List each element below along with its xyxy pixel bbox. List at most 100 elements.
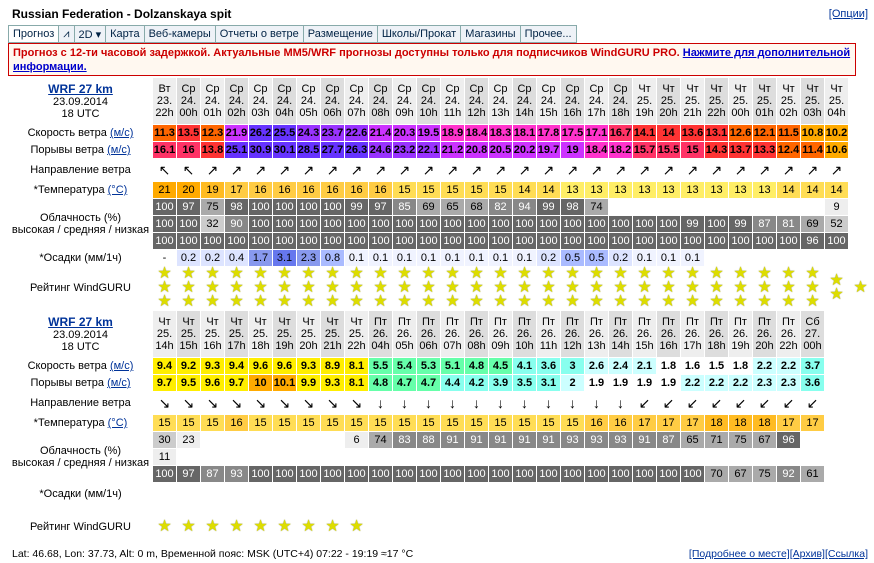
cloud-low-cell: 93 bbox=[225, 466, 249, 482]
tab-1[interactable]: ⩘ bbox=[58, 25, 75, 43]
cloud-high-cell: 91 bbox=[465, 432, 489, 448]
star-icon: ★ bbox=[781, 293, 796, 310]
rain-cell: 2.3 bbox=[297, 250, 321, 266]
gust-cell: 21.2 bbox=[441, 142, 465, 158]
direction-arrow-icon: ↘ bbox=[249, 392, 273, 414]
star-icon: ★ bbox=[661, 293, 676, 310]
star-icon: ★ bbox=[589, 293, 604, 310]
footer-link[interactable]: [Подробнее о месте] bbox=[689, 548, 790, 560]
wind-row: Скорость ветра (м/с) 11.3 13.5 12.3 21.9 26.2… bbox=[8, 125, 874, 141]
star-icon: ★ bbox=[229, 518, 244, 535]
gust-cell: 13.8 bbox=[201, 142, 225, 158]
rating-stars: ★ bbox=[201, 507, 225, 547]
tab-9[interactable]: Прочее... bbox=[519, 25, 577, 43]
time-cell: Чт 25. 00h bbox=[729, 78, 753, 124]
dir-row-label: Направление ветра bbox=[30, 164, 131, 176]
tab-7[interactable]: Школы/Прокат bbox=[376, 25, 462, 43]
cloud-mid-cell: 100 bbox=[273, 216, 297, 232]
cloud-mid-cell: 100 bbox=[513, 216, 537, 232]
rain-cell: 0.1 bbox=[369, 250, 393, 266]
wind-cell: 12.1 bbox=[753, 125, 777, 141]
gust-cell: 1.9 bbox=[657, 375, 681, 391]
model-link[interactable]: WRF 27 km bbox=[48, 82, 113, 96]
direction-arrow-icon: ↗ bbox=[489, 159, 513, 181]
direction-arrow-icon: ↘ bbox=[345, 392, 369, 414]
gust-cell: 4.7 bbox=[393, 375, 417, 391]
cloud-low-cell: 100 bbox=[153, 233, 177, 249]
temp-row: *Температура (°C) 21 20 19 17 16 16 16 16 16 16 15 1… bbox=[8, 182, 874, 198]
model-link[interactable]: WRF 27 km bbox=[48, 315, 113, 329]
cloud-high-cell bbox=[657, 199, 681, 215]
gust-cell: 13.7 bbox=[729, 142, 753, 158]
rain-cell: 0.1 bbox=[441, 250, 465, 266]
time-cell: Чт 25. 22h bbox=[705, 78, 729, 124]
page-title: Russian Federation - Dolzanskaya spit bbox=[12, 7, 232, 21]
cloud-low-cell: 100 bbox=[201, 233, 225, 249]
wind-cell: 22.6 bbox=[345, 125, 369, 141]
footer: Lat: 46.68, Lon: 37.73, Alt: 0 m, Времен… bbox=[8, 546, 874, 562]
rating-stars: ★ ★ ★ bbox=[705, 266, 729, 310]
time-cell: Пт 26. 06h bbox=[417, 311, 441, 357]
gust-cell: 16.1 bbox=[153, 142, 177, 158]
cloud-high-cell bbox=[801, 432, 825, 448]
temp-cell: 18 bbox=[729, 415, 753, 431]
star-icon: ★ bbox=[349, 293, 364, 310]
cloud-high-cell: 67 bbox=[753, 432, 777, 448]
time-row: WRF 27 km 23.09.2014 18 UTC Чт 25. 14h Чт 25. 15… bbox=[8, 311, 874, 357]
temp-cell: 20 bbox=[177, 182, 201, 198]
direction-arrow-icon: ↗ bbox=[345, 159, 369, 181]
cloud-low-cell: 100 bbox=[681, 233, 705, 249]
cloud-low-cell: 100 bbox=[153, 466, 177, 482]
time-cell: Ср 24. 10h bbox=[417, 78, 441, 124]
direction-arrow-icon: ↗ bbox=[417, 159, 441, 181]
tab-5[interactable]: Отчеты о ветре bbox=[214, 25, 304, 43]
rain-cell: 1.7 bbox=[249, 250, 273, 266]
cloud-mid-cell: 100 bbox=[321, 216, 345, 232]
tab-6[interactable]: Размещение bbox=[302, 25, 378, 43]
gust-cell: 9.5 bbox=[177, 375, 201, 391]
wind-cell: 24.3 bbox=[297, 125, 321, 141]
time-cell: Ср 24. 08h bbox=[369, 78, 393, 124]
time-cell: Чт 25. 03h bbox=[801, 78, 825, 124]
cloud-low-cell: 100 bbox=[369, 233, 393, 249]
direction-arrow-icon: ↓ bbox=[537, 392, 561, 414]
rating-stars: ★ ★ ★ bbox=[585, 266, 609, 310]
footer-link[interactable]: [Архив] bbox=[790, 548, 825, 560]
wind-cell: 21.4 bbox=[369, 125, 393, 141]
tab-2[interactable]: 2D ▾ bbox=[73, 25, 107, 43]
direction-arrow-icon: ↖ bbox=[177, 159, 201, 181]
time-cell: Пт 26. 18h bbox=[705, 311, 729, 357]
cloud-mid-cell bbox=[609, 449, 633, 465]
direction-arrow-icon: ↙ bbox=[801, 392, 825, 414]
rating-row: Рейтинг WindGURU ★ ★ ★ ★ ★ ★ ★ ★ ★ ★ ★ ★ ★ ★ ★ ★ ★ ★ ★ ★ ★ ★ ★ ★… bbox=[8, 266, 874, 310]
temp-cell: 14 bbox=[537, 182, 561, 198]
time-cell: Чт 25. 17h bbox=[225, 311, 249, 357]
gust-cell: 18.4 bbox=[585, 142, 609, 158]
cloud-low-row-label bbox=[8, 233, 153, 249]
tab-8[interactable]: Магазины bbox=[460, 25, 521, 43]
cloud-high-cell: 91 bbox=[513, 432, 537, 448]
cloud-mid-cell bbox=[585, 449, 609, 465]
cloud-high-cell: 99 bbox=[537, 199, 561, 215]
tab-0[interactable]: Прогноз bbox=[8, 25, 60, 43]
tab-3[interactable]: Карта bbox=[105, 25, 145, 43]
cloud-mid-cell: 100 bbox=[609, 216, 633, 232]
cloud-mid-cell bbox=[393, 449, 417, 465]
rating-stars: ★ ★ ★ bbox=[297, 266, 321, 310]
star-icon: ★ bbox=[493, 293, 508, 310]
tab-4[interactable]: Веб-камеры bbox=[143, 25, 216, 43]
cloud-low-cell: 100 bbox=[249, 233, 273, 249]
time-cell: Ср 24. 17h bbox=[585, 78, 609, 124]
time-cell: Чт 25. 01h bbox=[753, 78, 777, 124]
wind-cell: 8.1 bbox=[345, 358, 369, 374]
cloud-high-cell: 100 bbox=[153, 199, 177, 215]
direction-arrow-icon: ↗ bbox=[609, 159, 633, 181]
options-link[interactable]: [Опции] bbox=[829, 8, 868, 20]
temp-cell: 13 bbox=[729, 182, 753, 198]
wind-cell: 1.8 bbox=[657, 358, 681, 374]
time-cell: Ср 24. 02h bbox=[225, 78, 249, 124]
direction-arrow-icon: ↙ bbox=[681, 392, 705, 414]
rating-stars: ★ ★ ★ bbox=[489, 266, 513, 310]
rating-stars: ★ ★ ★ bbox=[273, 266, 297, 310]
footer-link[interactable]: [Ссылка] bbox=[825, 548, 868, 560]
